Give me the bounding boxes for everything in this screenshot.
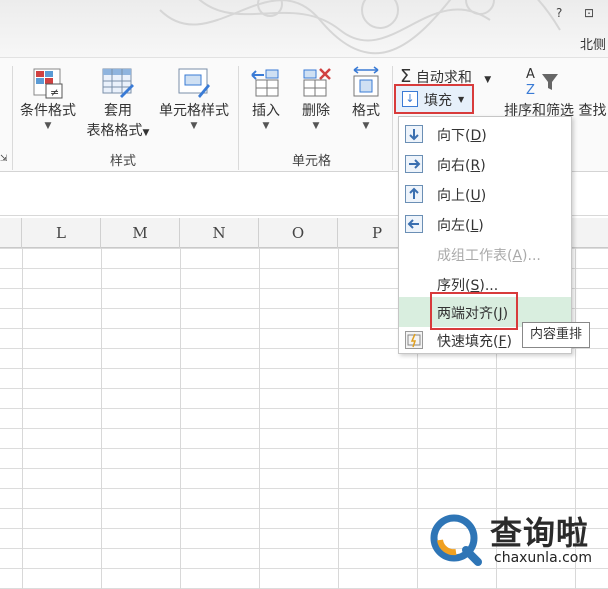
flash-fill-icon (405, 331, 423, 349)
chevron-down-icon: ▼ (484, 75, 492, 85)
delete-cells-icon (298, 66, 334, 100)
menu-label: 向左 (437, 218, 465, 234)
styles-group-label: 样式 (110, 154, 137, 169)
menu-item-fill-up[interactable]: 向上(U) (399, 179, 571, 209)
cell-styles-label: 单元格样式 (159, 103, 229, 119)
accelerator-key: A (512, 248, 523, 264)
menu-item-fill-down[interactable]: 向下(D) (399, 119, 571, 149)
format-button[interactable]: 格式 ▼ (344, 66, 388, 132)
menu-item-fill-left[interactable]: 向左(L) (399, 209, 571, 239)
ribbon-separator (12, 66, 13, 170)
conditional-format-label: 条件格式 (20, 103, 76, 119)
restore-ribbon-button[interactable]: ⊡ (584, 6, 594, 20)
title-bar: ? ⊡ 北侧 (0, 0, 608, 58)
format-as-table-button[interactable]: 套用 表格格式▼ (82, 66, 154, 140)
accelerator-key: F (498, 334, 507, 350)
find-label[interactable]: 查找 (578, 103, 606, 119)
sort-filter-icon: A Z (522, 64, 562, 98)
watermark-title: 查询啦 (490, 514, 590, 552)
menu-label: 向上 (437, 188, 465, 204)
format-label: 格式 (352, 103, 380, 119)
cells-group-label: 单元格 (292, 154, 332, 169)
accelerator-key: D (470, 128, 482, 144)
svg-text:Z: Z (526, 83, 535, 98)
arrow-right-icon (405, 155, 423, 173)
accelerator-key: R (470, 158, 481, 174)
column-header-l[interactable]: L (22, 218, 101, 248)
menu-label: 向右 (437, 158, 465, 174)
insert-label: 插入 (252, 103, 280, 119)
conditional-format-button[interactable]: ≠ 条件格式 ▼ (16, 66, 80, 132)
decorative-swirl (159, 0, 561, 55)
table-format-icon (100, 66, 136, 100)
arrow-down-icon (405, 125, 423, 143)
tooltip: 内容重排 (522, 322, 590, 348)
chevron-down-icon: ▼ (458, 95, 465, 104)
menu-label: 向下 (437, 128, 465, 144)
accelerator-key: U (470, 188, 481, 204)
svg-text:≠: ≠ (50, 86, 59, 99)
user-name[interactable]: 北侧 (580, 34, 606, 53)
conditional-format-icon: ≠ (30, 66, 66, 100)
search-logo-icon (430, 514, 482, 566)
insert-button[interactable]: 插入 ▼ (244, 66, 288, 132)
menu-label: 成组工作表 (437, 248, 507, 264)
table-format-label-2: 表格格式 (86, 123, 143, 139)
format-cells-icon (348, 66, 384, 100)
chevron-down-icon: ▼ (44, 121, 52, 131)
help-button[interactable]: ? (556, 6, 562, 20)
watermark: 查询啦 chaxunla.com (422, 508, 608, 588)
sort-filter-button[interactable]: A Z 排序和筛选 查找 (504, 64, 608, 120)
menu-label: 快速填充 (437, 334, 493, 350)
delete-button[interactable]: 删除 ▼ (294, 66, 338, 132)
table-format-label-1: 套用 (104, 103, 132, 119)
annotation-highlight-box (430, 292, 518, 330)
watermark-url: chaxunla.com (494, 550, 592, 566)
fill-label: 填充 (424, 93, 452, 109)
cell-styles-icon (176, 66, 212, 100)
chevron-down-icon: ▼ (362, 121, 370, 131)
ellipsis: ... (527, 248, 541, 264)
ribbon-separator (392, 66, 393, 170)
arrow-left-icon (405, 215, 423, 233)
fill-down-icon: ↓ (402, 91, 418, 107)
accelerator-key: L (470, 218, 479, 234)
chevron-down-icon: ▼ (262, 121, 270, 131)
menu-item-across-worksheets: 成组工作表(A)... (437, 248, 541, 264)
svg-text:A: A (526, 67, 535, 82)
cell-styles-button[interactable]: 单元格样式 ▼ (156, 66, 232, 132)
chevron-down-icon: ▼ (142, 128, 150, 138)
menu-item-fill-right[interactable]: 向右(R) (399, 149, 571, 179)
column-header-m[interactable]: M (101, 218, 180, 248)
delete-label: 删除 (302, 103, 330, 119)
group-launcher-icon[interactable]: ⇲ (0, 154, 8, 164)
column-header-partial[interactable] (0, 218, 22, 248)
fill-button[interactable]: ↓ 填充 ▼ (394, 84, 474, 114)
column-header-o[interactable]: O (259, 218, 338, 248)
insert-cells-icon (248, 66, 284, 100)
arrow-up-icon (405, 185, 423, 203)
ribbon-separator (238, 66, 239, 170)
column-header-n[interactable]: N (180, 218, 259, 248)
chevron-down-icon: ▼ (312, 121, 320, 131)
chevron-down-icon: ▼ (190, 121, 198, 131)
